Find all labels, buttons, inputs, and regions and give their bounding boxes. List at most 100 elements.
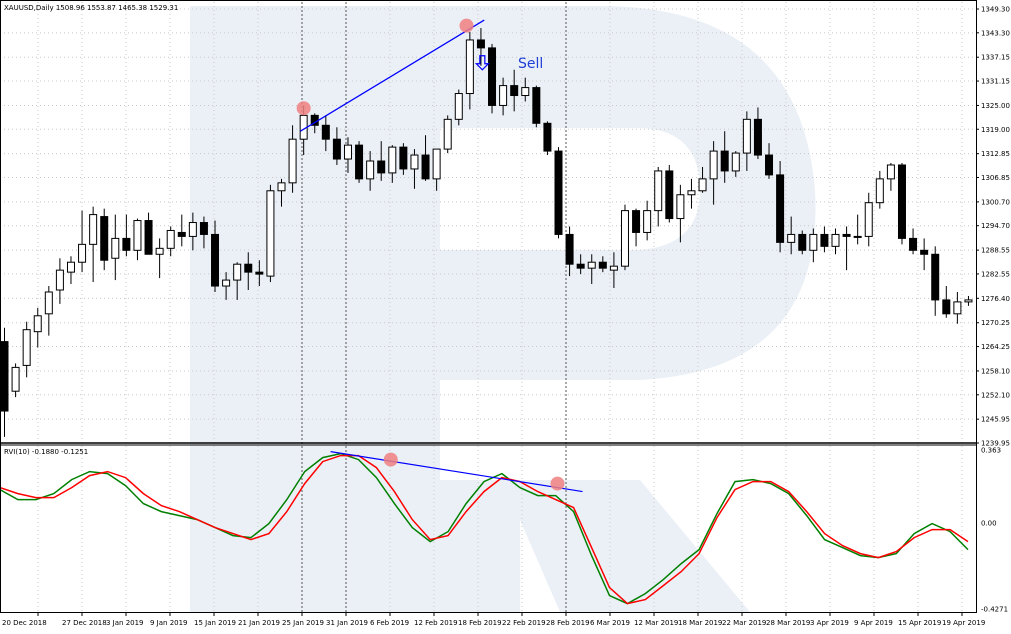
candle-body xyxy=(776,174,785,243)
x-tick-label: 18 Feb 2019 xyxy=(458,619,502,627)
candle-body xyxy=(133,220,142,251)
y-tick-label: 1312.85 xyxy=(981,150,1010,158)
candle-body xyxy=(920,249,929,255)
rvi-marker xyxy=(383,452,398,467)
candle-body xyxy=(753,118,762,156)
x-tick-label: 20 Dec 2018 xyxy=(2,619,47,627)
y-tick-label: 1343.30 xyxy=(981,29,1010,37)
candle xyxy=(620,204,629,271)
candle xyxy=(820,226,829,253)
candle xyxy=(44,286,53,336)
y-tick-label: 1331.15 xyxy=(981,78,1010,86)
candle-body xyxy=(964,299,973,303)
candle xyxy=(842,226,851,271)
candle-body xyxy=(0,341,9,412)
candle-body xyxy=(499,85,508,106)
candle xyxy=(144,212,153,255)
candle-body xyxy=(942,299,951,315)
price-marker xyxy=(459,18,474,33)
candle-body xyxy=(89,214,98,245)
x-tick-label: 6 Mar 2019 xyxy=(590,619,630,627)
candle-body xyxy=(565,233,574,265)
candle xyxy=(89,206,98,283)
candle-body xyxy=(532,87,541,124)
y-tick-label: 1264.25 xyxy=(981,343,1010,351)
candle-body xyxy=(144,220,153,255)
x-tick-label: 19 Apr 2019 xyxy=(942,619,985,627)
candle xyxy=(665,164,674,223)
x-tick-label: 22 Mar 2019 xyxy=(722,619,766,627)
candle-body xyxy=(233,263,242,281)
candle-body xyxy=(576,263,585,269)
x-tick-label: 3 Apr 2019 xyxy=(810,619,849,627)
x-tick-label: 12 Feb 2019 xyxy=(414,619,458,627)
x-tick-label: 9 Jan 2019 xyxy=(150,619,188,627)
candle-body xyxy=(454,93,463,120)
candle xyxy=(22,321,31,378)
candle xyxy=(831,228,840,255)
x-tick-label: 9 Apr 2019 xyxy=(854,619,893,627)
candle-body xyxy=(33,315,42,333)
candle-body xyxy=(288,138,297,184)
candle-body xyxy=(355,144,364,180)
y-tick-label: 1245.95 xyxy=(981,416,1010,424)
rvi-marker xyxy=(550,476,565,491)
candle-body xyxy=(853,235,862,238)
y-tick-label: 1306.85 xyxy=(981,174,1010,182)
candle xyxy=(177,214,186,247)
y-tick-label: 1337.15 xyxy=(981,54,1010,62)
candle-body xyxy=(343,144,352,160)
y-tick-label: 1276.40 xyxy=(981,295,1010,303)
candle-body xyxy=(654,170,663,212)
candle-body xyxy=(809,233,818,251)
main-header: XAUUSD,Daily 1508.96 1553.87 1465.38 152… xyxy=(4,4,178,12)
x-tick-label: 15 Apr 2019 xyxy=(898,619,941,627)
x-tick-label: 3 Jan 2019 xyxy=(106,619,144,627)
candle-body xyxy=(864,202,873,237)
candle xyxy=(798,230,807,255)
candle xyxy=(100,208,109,271)
candle xyxy=(122,214,131,257)
candle xyxy=(964,295,973,306)
candle-body xyxy=(199,222,208,235)
candle xyxy=(443,115,452,154)
candle-body xyxy=(665,170,674,220)
candle xyxy=(532,85,541,128)
candle-body xyxy=(366,160,375,180)
rvi-y-tick-label: 0.363 xyxy=(981,447,1001,455)
candle-body xyxy=(122,237,131,251)
candle-body xyxy=(709,150,718,180)
candle xyxy=(33,307,42,348)
candle-body xyxy=(465,39,474,95)
candle-body xyxy=(510,85,519,97)
candle-body xyxy=(897,164,906,239)
candle xyxy=(133,218,142,261)
candle-body xyxy=(388,146,397,174)
x-tick-label: 22 Feb 2019 xyxy=(502,619,546,627)
candle-body xyxy=(44,291,53,315)
rvi-y-tick-label: 0.00 xyxy=(981,520,997,528)
candle-body xyxy=(211,233,220,287)
candle-body xyxy=(111,237,120,259)
y-tick-label: 1325.00 xyxy=(981,102,1010,110)
candle xyxy=(111,214,120,281)
candle xyxy=(0,327,9,437)
candle-body xyxy=(188,222,197,237)
candle-body xyxy=(266,190,275,277)
candle xyxy=(488,43,497,114)
candle xyxy=(55,258,64,304)
chart-root: 1349.30 1343.30 1337.15 1331.15 1325.00 1319.… xyxy=(0,0,1011,630)
candle xyxy=(853,214,862,245)
candle-body xyxy=(587,261,596,269)
candle-body xyxy=(377,160,386,174)
candle xyxy=(554,147,563,239)
sell-label: Sell xyxy=(518,56,543,72)
candle xyxy=(920,238,929,271)
candle xyxy=(886,162,895,191)
candle-body xyxy=(166,229,175,249)
x-tick-label: 25 Jan 2019 xyxy=(282,619,324,627)
candle-body xyxy=(731,152,740,172)
candle-body xyxy=(643,210,652,233)
candle-body xyxy=(609,265,618,271)
candle-body xyxy=(177,231,186,237)
